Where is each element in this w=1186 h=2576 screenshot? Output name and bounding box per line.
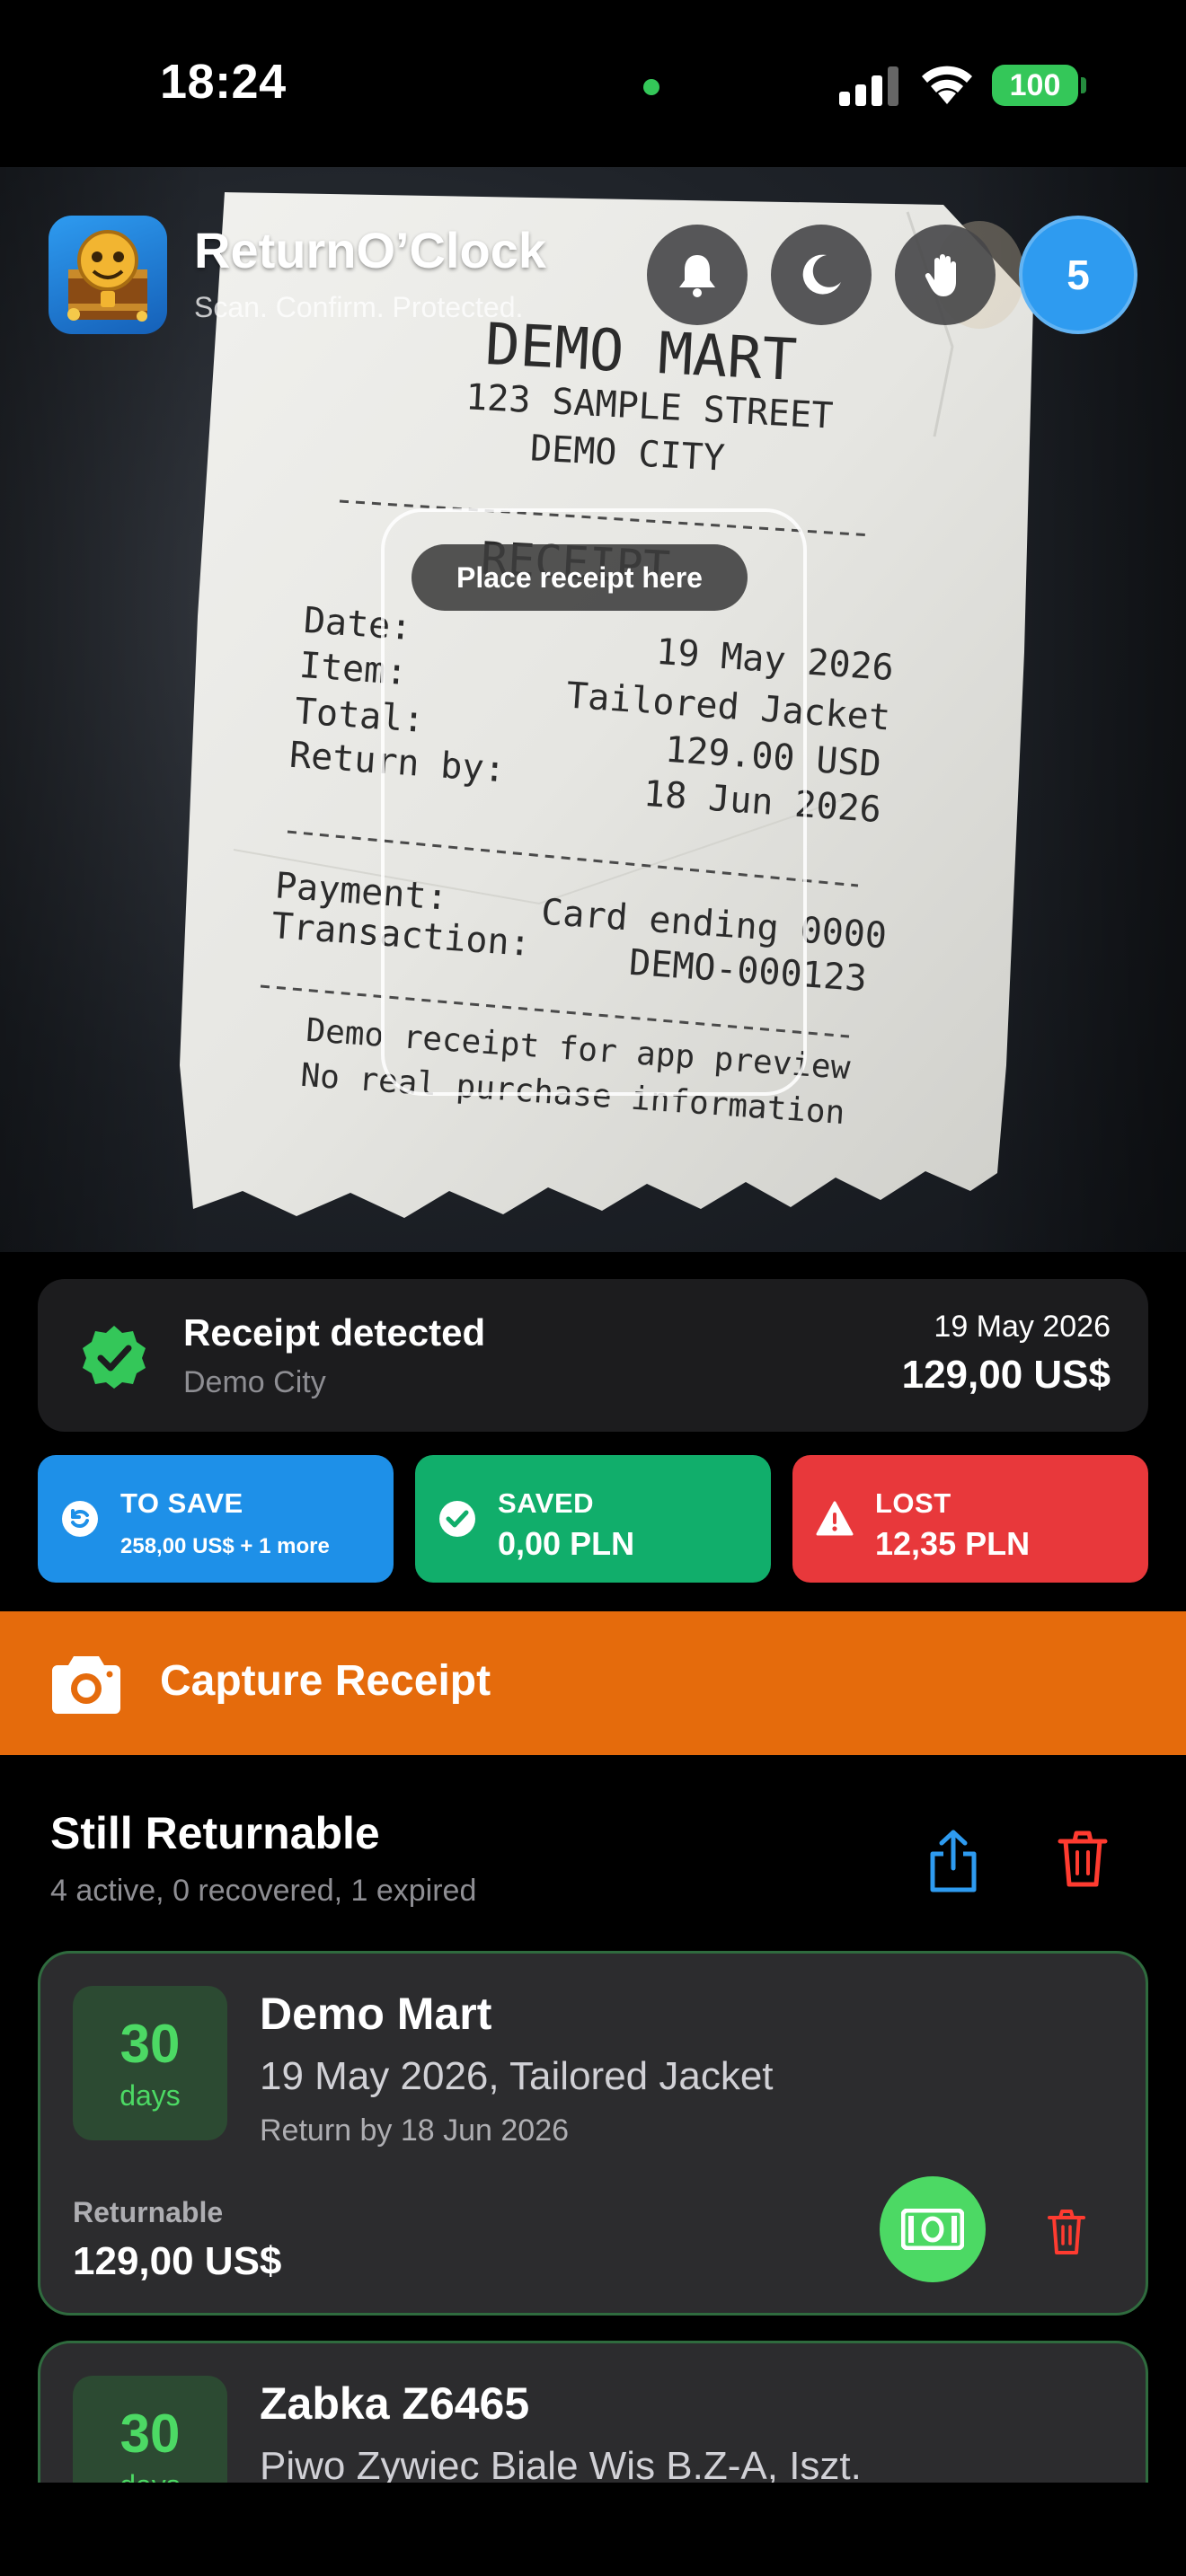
section-summary: 4 active, 0 recovered, 1 expired xyxy=(50,1874,477,1908)
capture-receipt-button[interactable]: Capture Receipt xyxy=(0,1611,1186,1755)
receipt-status-label: Returnable xyxy=(73,2196,224,2228)
receipt-address-2: DEMO CITY xyxy=(528,428,726,480)
camera-icon xyxy=(52,1656,120,1714)
share-icon[interactable] xyxy=(925,1829,981,1893)
notifications-button[interactable] xyxy=(647,225,748,325)
detected-amount: 129,00 US$ xyxy=(901,1353,1111,1397)
pending-count-badge[interactable]: 5 xyxy=(1019,216,1137,334)
app-tagline: Scan. Confirm. Protected. xyxy=(194,291,524,323)
app-title: ReturnO’Clock xyxy=(194,222,547,278)
bottom-safe-area xyxy=(0,2483,1186,2576)
camera-indicator-dot xyxy=(643,79,659,95)
wifi-icon xyxy=(922,66,972,104)
detected-date: 19 May 2026 xyxy=(934,1310,1111,1344)
detected-title: Receipt detected xyxy=(183,1311,486,1354)
days-left-label: days xyxy=(119,2079,181,2112)
bell-icon xyxy=(679,255,715,297)
days-left-number: 30 xyxy=(119,2014,181,2074)
lost-label: LOST xyxy=(875,1487,951,1519)
delete-receipt-trash-icon[interactable] xyxy=(1047,2209,1086,2255)
warning-icon xyxy=(816,1501,854,1536)
battery-tip xyxy=(1081,77,1086,93)
cellular-signal-icon xyxy=(839,66,898,106)
dark-mode-button[interactable] xyxy=(771,225,872,325)
mark-refunded-button[interactable] xyxy=(880,2176,986,2282)
moon-icon xyxy=(802,254,841,295)
check-icon xyxy=(439,1501,475,1537)
days-left-number: 30 xyxy=(119,2404,181,2464)
to-save-tile[interactable]: TO SAVE 258,00 US$ + 1 more xyxy=(38,1455,394,1583)
days-left-badge: 30 days xyxy=(73,1986,227,2140)
to-save-value: 258,00 US$ + 1 more xyxy=(120,1534,330,1558)
delete-all-trash-icon[interactable] xyxy=(1057,1829,1109,1888)
detected-location: Demo City xyxy=(183,1365,326,1399)
receipt-card[interactable]: 30 days Demo Mart 19 May 2026, Tailored … xyxy=(38,1951,1148,2316)
receipt-store-name: Demo Mart xyxy=(260,1989,492,2039)
verified-badge-icon xyxy=(83,1326,146,1389)
app-root: 18:24 100 DEMO MART 123 SAMPLE STREET DE… xyxy=(0,0,1186,2576)
receipt-store-name: Zabka Z6465 xyxy=(260,2378,530,2429)
status-time: 18:24 xyxy=(160,55,287,109)
camera-preview[interactable]: DEMO MART 123 SAMPLE STREET DEMO CITY RE… xyxy=(0,167,1186,1252)
saved-label: SAVED xyxy=(498,1487,595,1519)
lost-value: 12,35 PLN xyxy=(875,1525,1031,1562)
capture-receipt-label: Capture Receipt xyxy=(160,1657,491,1705)
battery-indicator: 100 xyxy=(992,65,1078,106)
to-save-label: TO SAVE xyxy=(120,1487,243,1519)
app-logo-icon xyxy=(49,216,167,334)
hand-icon xyxy=(925,254,956,296)
receipt-detail: 19 May 2026, Tailored Jacket xyxy=(260,2054,774,2098)
receipt-detected-card[interactable]: Receipt detected Demo City 19 May 2026 1… xyxy=(38,1279,1148,1432)
receipt-return-by: Return by 18 Jun 2026 xyxy=(260,2113,570,2148)
return-icon xyxy=(62,1501,98,1537)
status-bar: 18:24 100 xyxy=(0,0,1186,167)
saved-tile[interactable]: SAVED 0,00 PLN xyxy=(415,1455,771,1583)
section-title: Still Returnable xyxy=(50,1808,380,1858)
cash-icon xyxy=(901,2209,964,2250)
receipt-amount: 129,00 US$ xyxy=(73,2239,282,2283)
lost-tile[interactable]: LOST 12,35 PLN xyxy=(792,1455,1148,1583)
scan-hint: Place receipt here xyxy=(412,544,748,611)
saved-value: 0,00 PLN xyxy=(498,1525,635,1562)
hand-button[interactable] xyxy=(895,225,996,325)
